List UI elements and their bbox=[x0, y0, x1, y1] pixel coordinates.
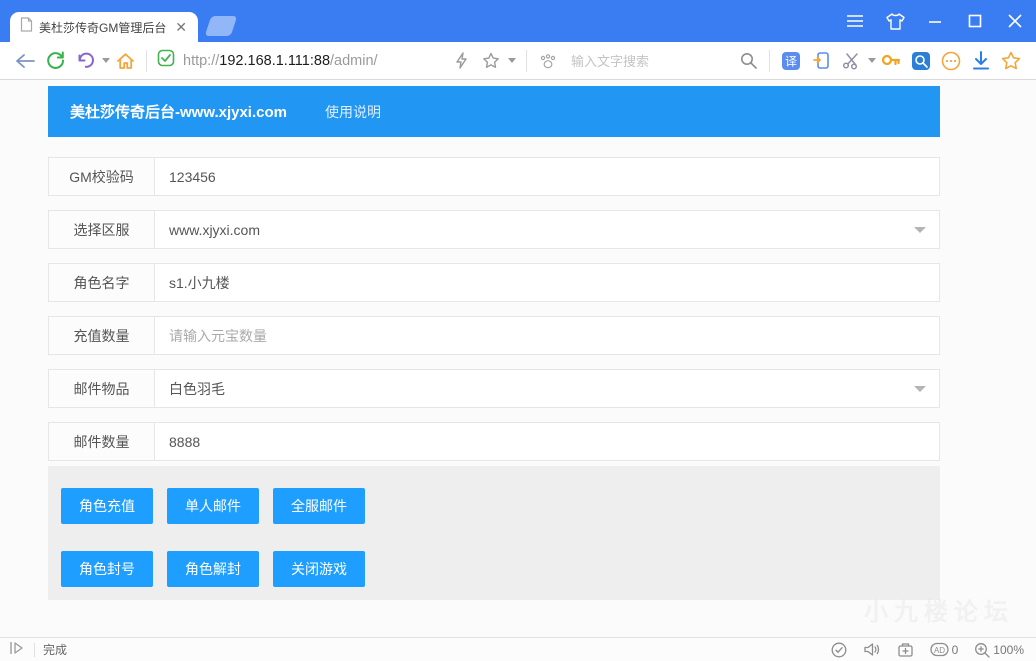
close-button[interactable] bbox=[1002, 8, 1028, 34]
favorites-star-icon[interactable] bbox=[996, 46, 1026, 76]
site-brand-title: 美杜莎传奇后台-www.xjyxi.com bbox=[70, 101, 287, 122]
site-safety-shield-icon[interactable] bbox=[157, 49, 175, 72]
home-icon[interactable] bbox=[110, 46, 140, 76]
form-row-mail-count: 邮件数量 bbox=[48, 422, 940, 461]
addressbar-dropdown-caret[interactable] bbox=[508, 58, 516, 63]
ad-blocker-indicator[interactable]: AD 0 bbox=[930, 642, 959, 657]
sidebar-toggle-icon[interactable] bbox=[8, 641, 26, 658]
screenshot-scissors-icon[interactable] bbox=[836, 46, 866, 76]
mail-count-label: 邮件数量 bbox=[48, 422, 155, 461]
ad-blocked-count: 0 bbox=[952, 643, 959, 657]
chevron-down-icon bbox=[914, 227, 926, 233]
recharge-amount-input[interactable] bbox=[154, 316, 940, 355]
url-host: 192.168.1.111:88 bbox=[219, 53, 330, 69]
role-name-label: 角色名字 bbox=[48, 263, 155, 302]
url-path: /admin/ bbox=[330, 53, 378, 69]
send-to-phone-icon[interactable] bbox=[806, 46, 836, 76]
image-search-icon[interactable] bbox=[906, 46, 936, 76]
maximize-button[interactable] bbox=[962, 8, 988, 34]
tab-title: 美杜莎传奇GM管理后台 bbox=[39, 19, 168, 36]
search-magnifier-icon[interactable] bbox=[733, 46, 763, 76]
undo-dropdown-caret[interactable] bbox=[102, 58, 110, 63]
mail-item-label: 邮件物品 bbox=[48, 369, 155, 408]
form-row-server-select: 选择区服 www.xjyxi.com bbox=[48, 210, 940, 249]
undo-history-icon[interactable] bbox=[70, 46, 100, 76]
refresh-icon[interactable] bbox=[40, 46, 70, 76]
address-bar[interactable]: http://192.168.1.111:88/admin/ bbox=[153, 42, 520, 79]
download-icon[interactable] bbox=[966, 46, 996, 76]
single-mail-button[interactable]: 单人邮件 bbox=[167, 488, 259, 524]
browser-titlebar: 美杜莎传奇GM管理后台 ✕ bbox=[0, 0, 1036, 42]
back-icon[interactable] bbox=[10, 46, 40, 76]
site-navbar: 美杜莎传奇后台-www.xjyxi.com 使用说明 bbox=[48, 86, 940, 137]
server-select-label: 选择区服 bbox=[48, 210, 155, 249]
webpage-viewport: 美杜莎传奇后台-www.xjyxi.com 使用说明 GM校验码 选择区服 ww… bbox=[0, 80, 1036, 637]
security-check-icon[interactable] bbox=[831, 642, 847, 658]
close-game-button[interactable]: 关闭游戏 bbox=[273, 551, 365, 587]
zoom-level-text: 100% bbox=[993, 643, 1024, 657]
capture-tool-icon[interactable] bbox=[897, 642, 914, 658]
password-key-icon[interactable] bbox=[876, 46, 906, 76]
role-unban-button[interactable]: 角色解封 bbox=[167, 551, 259, 587]
menu-icon[interactable] bbox=[842, 8, 868, 34]
usage-instructions-link[interactable]: 使用说明 bbox=[325, 102, 381, 122]
lightning-accelerate-icon[interactable] bbox=[446, 46, 476, 76]
form-row-gm-code: GM校验码 bbox=[48, 157, 940, 196]
server-select[interactable]: www.xjyxi.com bbox=[154, 210, 940, 249]
action-button-panel: 角色充值 单人邮件 全服邮件 角色封号 角色解封 关闭游戏 bbox=[48, 466, 940, 600]
form-row-role-name: 角色名字 bbox=[48, 263, 940, 302]
mail-item-select[interactable]: 白色羽毛 bbox=[154, 369, 940, 408]
browser-toolbar: http://192.168.1.111:88/admin/ 输入文字搜索 译 bbox=[0, 42, 1036, 80]
mail-count-input[interactable] bbox=[154, 422, 940, 461]
form-row-mail-item: 邮件物品 白色羽毛 bbox=[48, 369, 940, 408]
bookmark-star-icon[interactable] bbox=[476, 46, 506, 76]
zoom-control[interactable]: 100% bbox=[974, 642, 1024, 658]
browser-statusbar: 完成 AD 0 100% bbox=[0, 637, 1036, 661]
url-text[interactable]: http://192.168.1.111:88/admin/ bbox=[183, 53, 378, 69]
role-recharge-button[interactable]: 角色充值 bbox=[61, 488, 153, 524]
role-name-input[interactable] bbox=[154, 263, 940, 302]
more-tools-circle-icon[interactable] bbox=[936, 46, 966, 76]
tab-close-icon[interactable]: ✕ bbox=[172, 18, 190, 36]
sogou-paw-icon bbox=[533, 46, 563, 76]
mail-item-select-value: 白色羽毛 bbox=[169, 379, 225, 399]
recharge-amount-label: 充值数量 bbox=[48, 316, 155, 355]
translate-icon[interactable]: 译 bbox=[776, 46, 806, 76]
skin-shirt-icon[interactable] bbox=[882, 8, 908, 34]
url-scheme: http:// bbox=[183, 53, 219, 69]
status-text: 完成 bbox=[43, 641, 67, 658]
minimize-button[interactable] bbox=[922, 8, 948, 34]
svg-text:译: 译 bbox=[785, 54, 797, 68]
form-row-recharge-amount: 充值数量 bbox=[48, 316, 940, 355]
svg-text:AD: AD bbox=[934, 646, 945, 655]
role-ban-button[interactable]: 角色封号 bbox=[61, 551, 153, 587]
server-select-value: www.xjyxi.com bbox=[169, 222, 260, 238]
gm-code-input[interactable] bbox=[154, 157, 940, 196]
speaker-icon[interactable] bbox=[863, 642, 881, 657]
chevron-down-icon bbox=[914, 386, 926, 392]
scissors-dropdown-caret[interactable] bbox=[868, 58, 876, 63]
new-tab-button[interactable] bbox=[205, 16, 237, 36]
search-box[interactable]: 输入文字搜索 bbox=[533, 42, 763, 79]
gm-code-label: GM校验码 bbox=[48, 157, 155, 196]
page-file-icon bbox=[20, 17, 33, 37]
all-server-mail-button[interactable]: 全服邮件 bbox=[273, 488, 365, 524]
browser-tab[interactable]: 美杜莎传奇GM管理后台 ✕ bbox=[10, 12, 198, 42]
search-placeholder[interactable]: 输入文字搜索 bbox=[571, 51, 649, 70]
